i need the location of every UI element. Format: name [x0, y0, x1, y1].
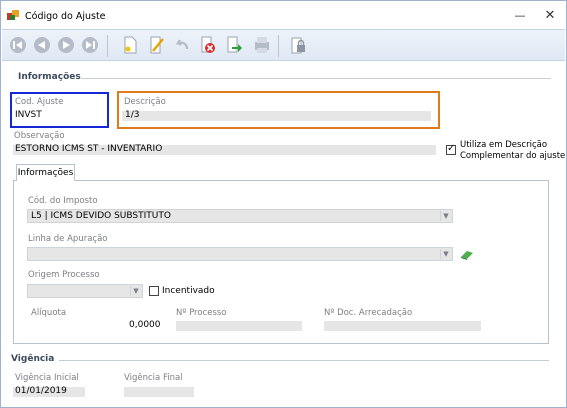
origem-processo-select[interactable]: ▼ — [27, 284, 143, 298]
print-icon[interactable] — [251, 34, 273, 56]
incentivado-label: Incentivado — [162, 286, 215, 296]
observacao-value: ESTORNO ICMS ST - INVENTARIO — [15, 144, 163, 154]
lock-icon[interactable] — [287, 34, 309, 56]
tab-informacoes[interactable]: Informações — [16, 164, 75, 181]
window-title: Código do Ajuste — [25, 11, 106, 22]
info-section-divider — [81, 78, 551, 79]
check-mark-icon: ✓ — [447, 143, 456, 154]
vigencia-inicial-label: Vigência Inicial — [15, 373, 79, 383]
chevron-down-icon[interactable]: ▼ — [440, 211, 451, 221]
descricao-label: Descrição — [124, 97, 166, 107]
edit-icon[interactable] — [145, 34, 167, 56]
toolbar-separator — [278, 35, 279, 57]
minimize-button[interactable]: — — [513, 9, 527, 23]
cod-ajuste-value[interactable]: INVST — [15, 110, 42, 120]
vigencia-section-title: Vigência — [11, 354, 55, 364]
previous-record-icon[interactable] — [31, 34, 53, 56]
descricao-value: 1/3 — [125, 110, 140, 120]
first-record-icon[interactable] — [7, 34, 29, 56]
utiliza-label-line1: Utiliza em Descrição — [460, 140, 548, 150]
vigencia-final-label: Vigência Final — [124, 373, 183, 383]
eraser-icon[interactable] — [459, 250, 475, 260]
app-icon — [7, 10, 19, 20]
linha-apuracao-label: Linha de Apuração — [28, 234, 108, 244]
next-record-icon[interactable] — [55, 34, 77, 56]
title-bar: Código do Ajuste — ✕ — [1, 1, 566, 29]
num-processo-field[interactable] — [176, 321, 302, 331]
utiliza-descricao-checkbox[interactable]: ✓ — [446, 143, 456, 155]
aliquota-value[interactable]: 0,0000 — [129, 320, 161, 330]
cod-ajuste-label: Cod. Ajuste — [15, 97, 64, 107]
toolbar — [2, 29, 565, 61]
undo-icon[interactable] — [171, 34, 193, 56]
num-processo-label: Nº Processo — [176, 308, 227, 318]
chevron-down-icon[interactable]: ▼ — [130, 286, 141, 296]
vigencia-section-divider — [59, 360, 549, 361]
delete-icon[interactable] — [197, 34, 219, 56]
descricao-field[interactable]: 1/3 — [122, 110, 431, 121]
vigencia-final-field[interactable] — [124, 387, 194, 397]
close-button[interactable]: ✕ — [543, 9, 557, 23]
observacao-label: Observação — [14, 131, 65, 141]
chevron-down-icon[interactable]: ▼ — [440, 249, 451, 259]
toolbar-separator — [107, 35, 108, 57]
utiliza-label-line2: Complementar do ajuste — [460, 151, 566, 161]
num-doc-field[interactable] — [324, 321, 481, 331]
num-doc-label: Nº Doc. Arrecadação — [324, 308, 413, 318]
vigencia-inicial-field[interactable]: 01/01/2019 — [13, 386, 85, 397]
last-record-icon[interactable] — [79, 34, 101, 56]
aliquota-label: Alíquota — [31, 308, 67, 318]
cod-imposto-select[interactable]: L5 | ICMS DEVIDO SUBSTITUTO ▼ — [27, 209, 453, 223]
linha-apuracao-select[interactable]: ▼ — [27, 247, 453, 261]
cod-imposto-label: Cód. do Imposto — [28, 196, 98, 206]
origem-processo-label: Origem Processo — [28, 270, 100, 280]
incentivado-checkbox[interactable] — [149, 286, 159, 296]
save-arrow-icon[interactable] — [223, 34, 245, 56]
vigencia-inicial-value: 01/01/2019 — [15, 386, 67, 396]
info-section-title: Informações — [18, 72, 81, 82]
new-icon[interactable] — [119, 34, 141, 56]
cod-imposto-value: L5 | ICMS DEVIDO SUBSTITUTO — [31, 211, 171, 221]
adjustment-code-window: Código do Ajuste — ✕ Informações Cod. Aj… — [0, 0, 567, 408]
observacao-field[interactable]: ESTORNO ICMS ST - INVENTARIO — [13, 144, 436, 155]
